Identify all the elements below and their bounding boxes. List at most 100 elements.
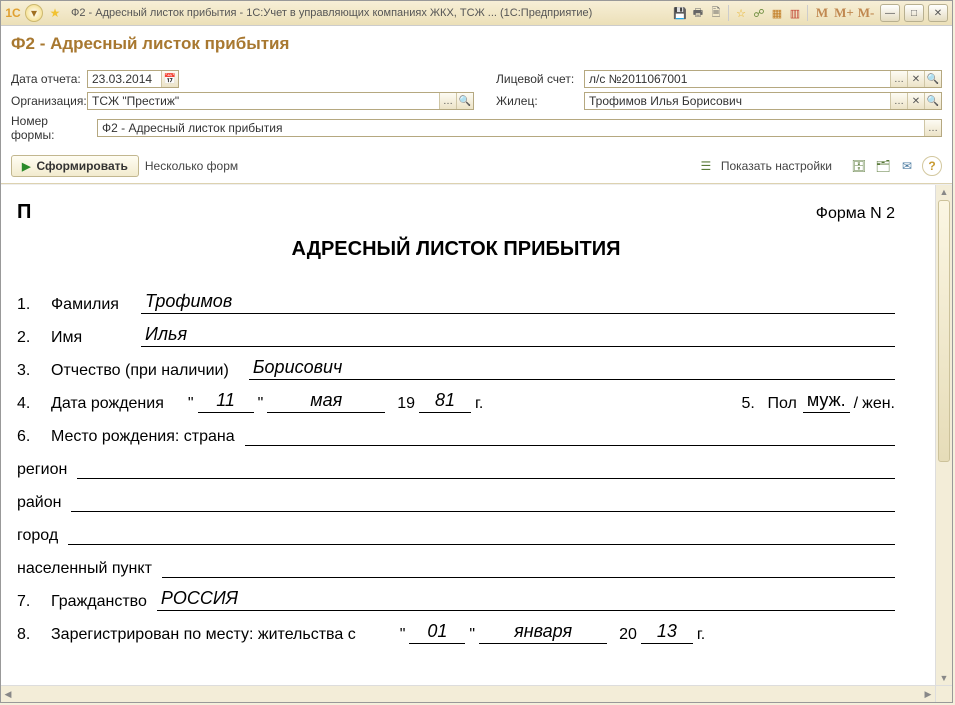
formnum-field[interactable]: Ф2 - Адресный листок прибытия … <box>97 119 942 137</box>
birth-region <box>77 456 895 479</box>
document: П Форма N 2 АДРЕСНЫЙ ЛИСТОК ПРИБЫТИЯ 1. … <box>1 185 935 685</box>
preview-icon[interactable]: 🗎 <box>708 5 724 21</box>
tenant-field[interactable]: Трофимов Илья Борисович … ✕ 🔍 <box>584 92 942 110</box>
citizenship-value: РОССИЯ <box>157 588 895 611</box>
vertical-scrollbar[interactable]: ▲ ▼ <box>935 185 952 685</box>
scroll-right-icon[interactable]: ▶ <box>921 686 935 702</box>
birth-city <box>68 522 895 545</box>
search-icon[interactable]: 🔍 <box>456 93 473 109</box>
app-logo-icon: 1С <box>5 5 21 21</box>
generate-button[interactable]: ▶ Сформировать <box>11 155 139 177</box>
doc-title: АДРЕСНЫЙ ЛИСТОК ПРИБЫТИЯ <box>17 238 895 261</box>
calendar-picker-icon[interactable]: 📅 <box>161 71 178 87</box>
app-window: 1С ▾ ★ Ф2 - Адресный листок прибытия - 1… <box>0 0 953 703</box>
star-add-icon[interactable]: ☆ <box>733 5 749 21</box>
reg-day: 01 <box>409 621 465 644</box>
page-title: Ф2 - Адресный листок прибытия <box>11 34 942 54</box>
horizontal-scrollbar[interactable]: ◀ ▶ <box>1 686 935 702</box>
load-variant-icon[interactable]: 🗂 <box>874 157 892 175</box>
m-plus-button[interactable]: M+ <box>834 5 854 21</box>
scroll-thumb[interactable] <box>938 200 950 462</box>
help-icon[interactable]: ? <box>922 156 942 176</box>
reg-month: января <box>479 621 607 644</box>
date-field[interactable]: 23.03.2014 📅 <box>87 70 179 88</box>
calendar-icon[interactable]: ▥ <box>787 5 803 21</box>
scroll-left-icon[interactable]: ◀ <box>1 686 15 702</box>
doc-corner: П <box>17 201 31 224</box>
horizontal-scrollbar-area: ◀ ▶ <box>1 685 952 702</box>
show-settings-link[interactable]: Показать настройки <box>721 159 832 173</box>
org-value: ТСЖ "Престиж" <box>88 94 439 108</box>
generate-label: Сформировать <box>36 159 127 173</box>
row-region: регион <box>17 456 895 479</box>
separator <box>807 5 808 21</box>
doc-form-number: Форма N 2 <box>816 205 895 223</box>
window-title: Ф2 - Адресный листок прибытия - 1С:Учет … <box>71 7 672 19</box>
org-field[interactable]: ТСЖ "Престиж" … 🔍 <box>87 92 474 110</box>
calc-icon[interactable]: ▦ <box>769 5 785 21</box>
birth-district <box>71 489 895 512</box>
report-toolbar: ▶ Сформировать Несколько форм ☰ Показать… <box>1 152 952 184</box>
row-city: город <box>17 522 895 545</box>
m-minus-button[interactable]: M- <box>856 5 876 21</box>
row-birth-sex: 4. Дата рождения " 11 " мая 19 81 г. 5. … <box>17 390 895 413</box>
titlebar-tools: 💾 🖶 🗎 ☆ ☍ ▦ ▥ M M+ M- — □ ✕ <box>672 4 948 22</box>
send-icon[interactable]: ✉ <box>898 157 916 175</box>
dropdown-icon[interactable]: ▾ <box>25 4 43 22</box>
minimize-button[interactable]: — <box>880 4 900 22</box>
clear-icon[interactable]: ✕ <box>907 93 924 109</box>
ellipsis-icon[interactable]: … <box>890 71 907 87</box>
separator <box>728 5 729 21</box>
maximize-button[interactable]: □ <box>904 4 924 22</box>
surname-value: Трофимов <box>141 291 895 314</box>
tenant-label: Жилец: <box>496 94 580 108</box>
ellipsis-icon[interactable]: … <box>890 93 907 109</box>
ellipsis-icon[interactable]: … <box>924 120 941 136</box>
date-label: Дата отчета: <box>11 72 83 86</box>
save-icon[interactable]: 💾 <box>672 5 688 21</box>
birth-month: мая <box>267 390 385 413</box>
row-district: район <box>17 489 895 512</box>
settings-list-icon[interactable]: ☰ <box>697 157 715 175</box>
reg-year: 13 <box>641 621 693 644</box>
m-button[interactable]: M <box>812 5 832 21</box>
formnum-value: Ф2 - Адресный листок прибытия <box>98 121 924 135</box>
document-wrap: П Форма N 2 АДРЕСНЫЙ ЛИСТОК ПРИБЫТИЯ 1. … <box>1 184 952 685</box>
close-button[interactable]: ✕ <box>928 4 948 22</box>
clear-icon[interactable]: ✕ <box>907 71 924 87</box>
report-params: Дата отчета: 23.03.2014 📅 Лицевой счет: … <box>1 70 952 152</box>
form-header: Ф2 - Адресный листок прибытия <box>1 26 952 70</box>
row-citizenship: 7. Гражданство РОССИЯ <box>17 588 895 611</box>
scroll-up-icon[interactable]: ▲ <box>936 185 952 199</box>
account-label: Лицевой счет: <box>496 72 580 86</box>
row-patronymic: 3. Отчество (при наличии) Борисович <box>17 357 895 380</box>
org-label: Организация: <box>11 94 83 108</box>
titlebar: 1С ▾ ★ Ф2 - Адресный листок прибытия - 1… <box>1 1 952 26</box>
formnum-label: Номер формы: <box>11 114 93 142</box>
row-registration: 8. Зарегистрирован по месту: жительства … <box>17 621 895 644</box>
print-icon[interactable]: 🖶 <box>690 5 706 21</box>
birth-day: 11 <box>198 390 254 413</box>
multi-forms-link[interactable]: Несколько форм <box>145 159 238 173</box>
sex-male: муж. <box>803 390 850 413</box>
birth-year: 81 <box>419 390 471 413</box>
ellipsis-icon[interactable]: … <box>439 93 456 109</box>
row-birthplace-country: 6. Место рождения: страна <box>17 423 895 446</box>
favorite-icon[interactable]: ★ <box>47 5 63 21</box>
patronymic-value: Борисович <box>249 357 895 380</box>
scroll-down-icon[interactable]: ▼ <box>936 671 952 685</box>
birth-country <box>245 423 895 446</box>
row-surname: 1. Фамилия Трофимов <box>17 291 895 314</box>
row-settlement: населенный пункт <box>17 555 895 578</box>
search-icon[interactable]: 🔍 <box>924 93 941 109</box>
scroll-corner <box>935 686 952 702</box>
account-value: л/с №2011067001 <box>585 72 890 86</box>
account-field[interactable]: л/с №2011067001 … ✕ 🔍 <box>584 70 942 88</box>
row-name: 2. Имя Илья <box>17 324 895 347</box>
save-variant-icon[interactable]: 🗄 <box>850 157 868 175</box>
links-icon[interactable]: ☍ <box>751 5 767 21</box>
tenant-value: Трофимов Илья Борисович <box>585 94 890 108</box>
birth-settlement <box>162 555 895 578</box>
search-icon[interactable]: 🔍 <box>924 71 941 87</box>
document-scroll[interactable]: П Форма N 2 АДРЕСНЫЙ ЛИСТОК ПРИБЫТИЯ 1. … <box>1 185 935 685</box>
